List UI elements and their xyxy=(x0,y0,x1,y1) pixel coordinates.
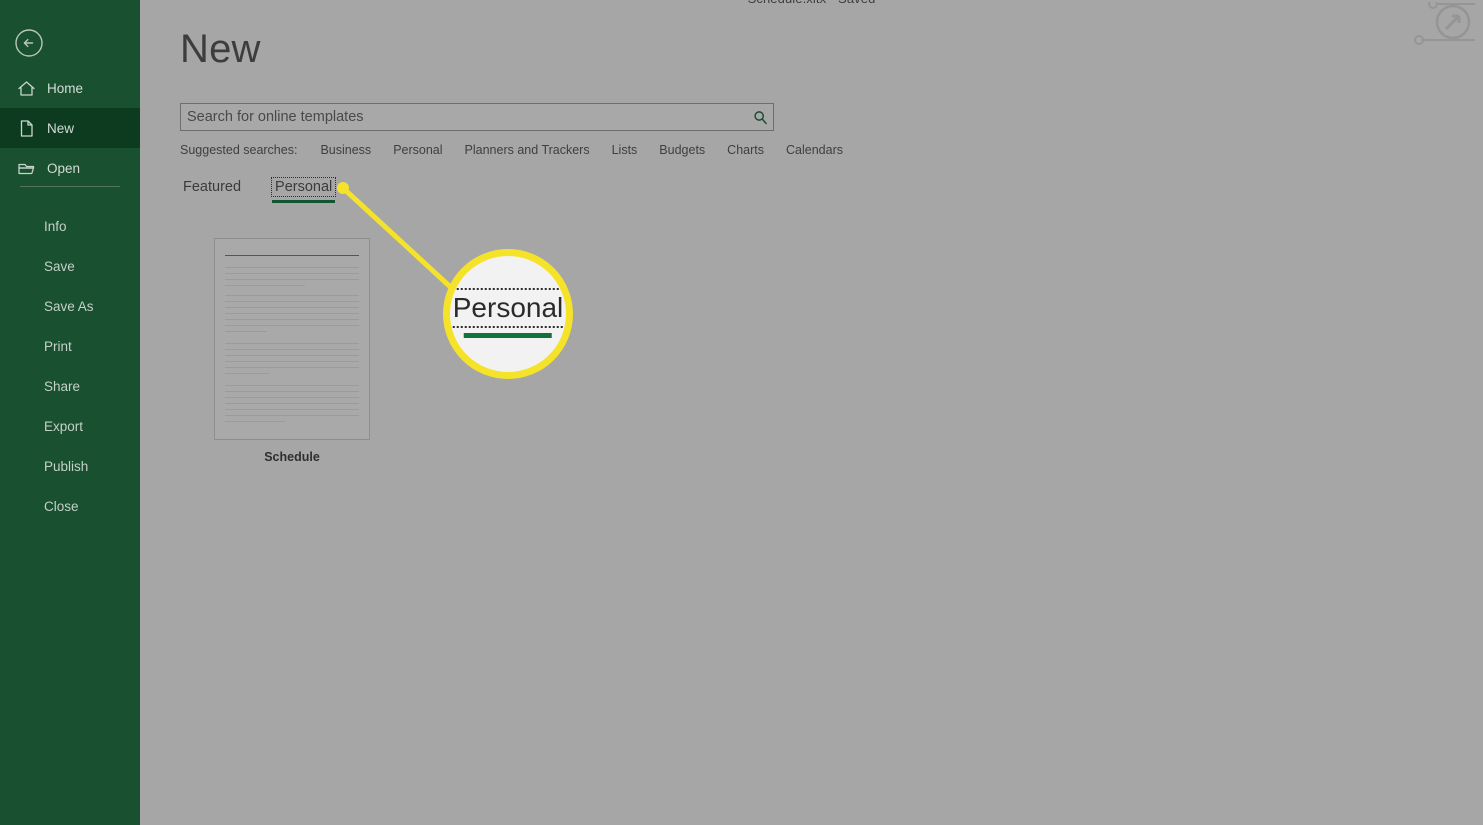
sidebar-main-nav: Home New Open xyxy=(0,68,140,188)
thumbnail-text-line xyxy=(225,319,359,320)
thumbnail-text-line xyxy=(225,325,359,326)
thumbnail-text-line xyxy=(225,403,359,404)
thumbnail-text-line xyxy=(225,301,359,302)
tab-personal[interactable]: Personal xyxy=(271,177,337,203)
callout-magnified-label: Personal xyxy=(450,288,566,328)
backstage-main-pane: New Suggested searches: Business Persona… xyxy=(140,0,1483,825)
home-icon xyxy=(17,79,36,98)
thumbnail-text-line xyxy=(225,421,285,422)
search-input[interactable] xyxy=(181,104,747,130)
sidebar-item-label: Save xyxy=(44,258,75,274)
suggested-link-planners-and-trackers[interactable]: Planners and Trackers xyxy=(465,143,590,157)
thumbnail-text-line xyxy=(225,349,359,350)
sidebar-item-label: Save As xyxy=(44,298,94,314)
sidebar-item-label: New xyxy=(47,120,75,136)
thumbnail-text-line xyxy=(225,331,267,332)
back-arrow-icon[interactable] xyxy=(14,28,44,58)
template-source-tabs: Featured Personal xyxy=(180,177,363,203)
suggested-searches: Suggested searches: Business Personal Pl… xyxy=(180,143,843,157)
template-name-label: Schedule xyxy=(264,450,320,464)
sidebar-item-open[interactable]: Open xyxy=(0,148,140,188)
search-templates-box[interactable] xyxy=(180,103,774,131)
sidebar-item-label: Export xyxy=(44,418,84,434)
thumbnail-text-line xyxy=(225,361,359,362)
tab-featured[interactable]: Featured xyxy=(180,178,244,196)
thumbnail-text-line xyxy=(225,285,305,286)
sidebar-item-label: Publish xyxy=(44,458,89,474)
template-thumbnail xyxy=(214,238,370,440)
sidebar-item-close[interactable]: Close xyxy=(0,486,140,526)
sidebar-item-label: Open xyxy=(47,160,81,176)
thumbnail-text-line xyxy=(225,373,269,374)
suggested-link-budgets[interactable]: Budgets xyxy=(659,143,705,157)
thumbnail-text-line xyxy=(225,409,359,410)
callout-underline xyxy=(463,333,552,338)
sidebar-item-info[interactable]: Info xyxy=(0,206,140,246)
thumbnail-text-line xyxy=(225,313,359,314)
thumbnail-text-line xyxy=(225,391,359,392)
sidebar-item-label: Print xyxy=(44,338,72,354)
sidebar-item-label: Close xyxy=(44,498,79,514)
suggested-link-calendars[interactable]: Calendars xyxy=(786,143,843,157)
tab-label: Personal xyxy=(275,179,333,195)
suggested-link-personal[interactable]: Personal xyxy=(393,143,442,157)
thumbnail-text-line xyxy=(225,385,359,386)
sidebar-item-save[interactable]: Save xyxy=(0,246,140,286)
search-magnifier-icon[interactable] xyxy=(747,104,773,130)
sidebar-item-share[interactable]: Share xyxy=(0,366,140,406)
thumbnail-text-line xyxy=(225,307,359,308)
sidebar-item-print[interactable]: Print xyxy=(0,326,140,366)
template-card-schedule[interactable]: Schedule xyxy=(214,238,370,464)
suggested-link-charts[interactable]: Charts xyxy=(727,143,764,157)
sidebar-item-home[interactable]: Home xyxy=(0,68,140,108)
thumbnail-text-line xyxy=(225,355,359,356)
backstage-sidebar: Home New Open Info Save Save As Print Sh… xyxy=(0,0,140,825)
tab-label: Featured xyxy=(183,179,242,195)
suggested-searches-label: Suggested searches: xyxy=(180,143,298,157)
suggested-link-lists[interactable]: Lists xyxy=(612,143,638,157)
thumbnail-text-line xyxy=(225,279,359,280)
sidebar-item-new[interactable]: New xyxy=(0,108,140,148)
sidebar-divider xyxy=(20,186,120,187)
suggested-link-business[interactable]: Business xyxy=(320,143,371,157)
sidebar-item-save-as[interactable]: Save As xyxy=(0,286,140,326)
thumbnail-text-line xyxy=(225,397,359,398)
sidebar-item-label: Share xyxy=(44,378,81,394)
sidebar-item-export[interactable]: Export xyxy=(0,406,140,446)
thumbnail-text-line xyxy=(225,267,359,268)
thumbnail-text-line xyxy=(225,367,359,368)
callout-magnifier-circle: Personal xyxy=(443,249,573,379)
thumbnail-text-line xyxy=(225,295,359,296)
sidebar-item-label: Info xyxy=(44,218,67,234)
page-title: New xyxy=(180,27,261,71)
thumbnail-text-line xyxy=(225,255,359,257)
thumbnail-text-line xyxy=(225,273,359,274)
thumbnail-text-line xyxy=(225,343,359,344)
sidebar-sub-nav: Info Save Save As Print Share Export Pub… xyxy=(0,206,140,526)
new-document-icon xyxy=(17,119,36,138)
open-folder-icon xyxy=(17,159,36,178)
thumbnail-text-line xyxy=(225,415,359,416)
sidebar-item-publish[interactable]: Publish xyxy=(0,446,140,486)
sidebar-item-label: Home xyxy=(47,80,84,96)
